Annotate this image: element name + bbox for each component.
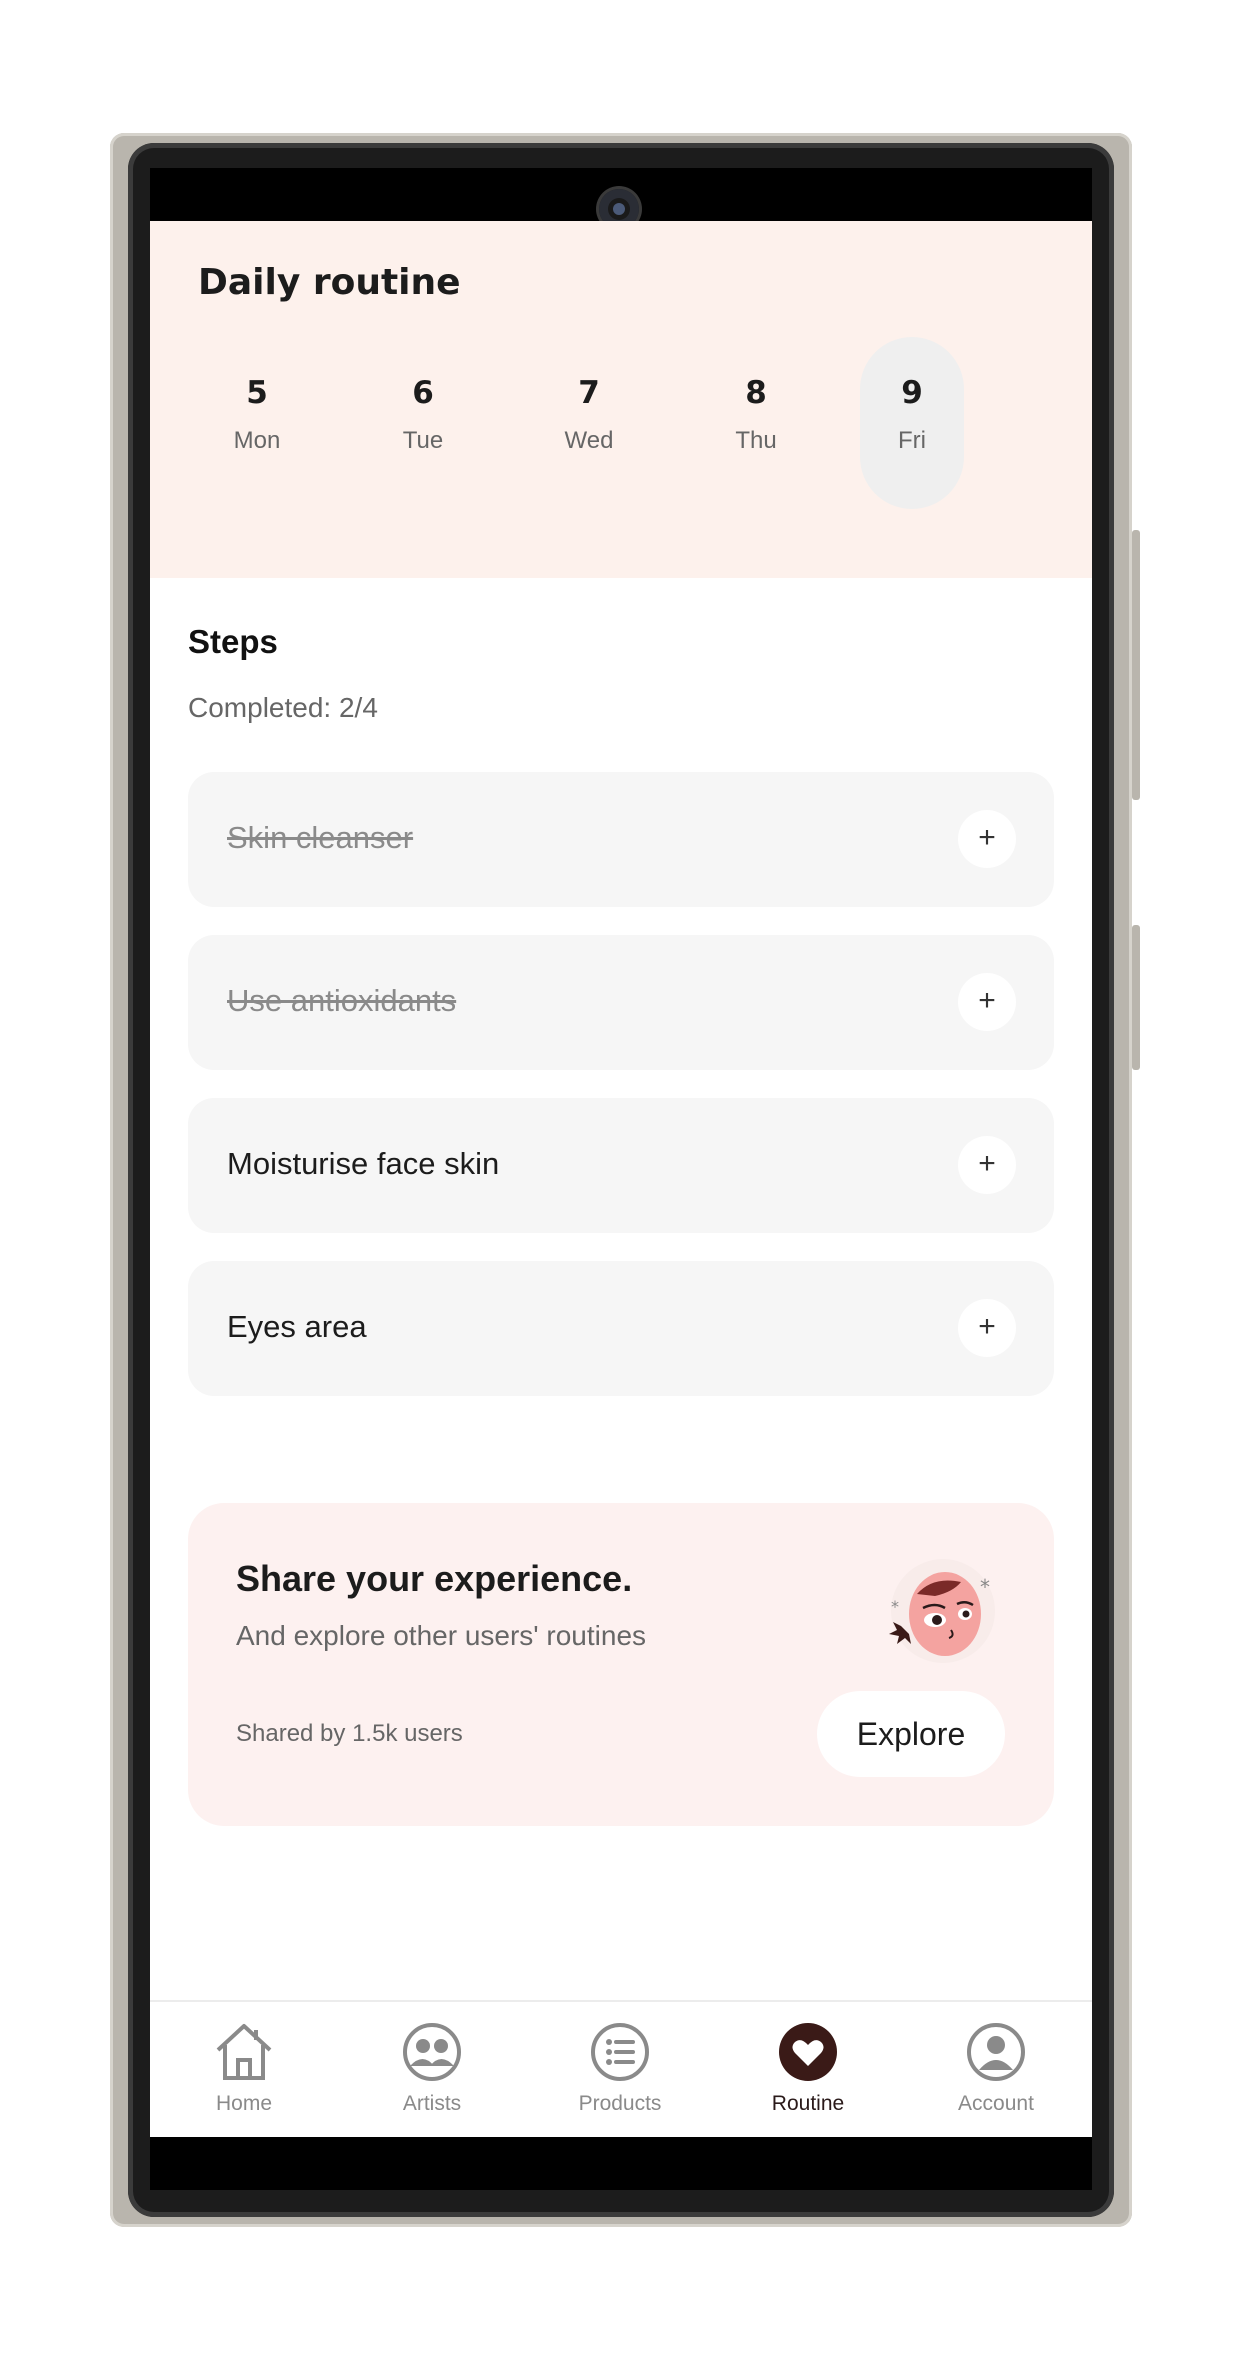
face-illustration-icon: * * xyxy=(889,1559,995,1663)
gesture-bar xyxy=(150,2137,1092,2190)
day-name: Wed xyxy=(564,427,614,454)
phone-side-button xyxy=(1132,530,1140,800)
nav-item-home[interactable]: Home xyxy=(150,2002,338,2122)
day-name: Fri xyxy=(898,427,926,454)
user-icon xyxy=(967,2023,1025,2081)
day-name: Mon xyxy=(233,427,281,454)
day-item-thu[interactable]: 8 Thu xyxy=(704,337,808,509)
add-icon[interactable]: + xyxy=(958,1136,1016,1194)
share-title: Share your experience. xyxy=(236,1558,633,1599)
nav-item-account[interactable]: Account xyxy=(902,2002,1090,2122)
step-label: Skin cleanser xyxy=(227,820,414,855)
home-icon xyxy=(216,2024,272,2080)
step-item[interactable]: Moisturise face skin + xyxy=(188,1098,1054,1233)
day-item-fri[interactable]: 9 Fri xyxy=(860,337,964,509)
nav-label: Products xyxy=(578,2092,662,2115)
day-number: 6 xyxy=(412,375,434,411)
share-experience-card: Share your experience. And explore other… xyxy=(188,1503,1054,1826)
svg-text:*: * xyxy=(980,1575,990,1599)
heart-icon xyxy=(779,2023,837,2081)
explore-button[interactable]: Explore xyxy=(817,1691,1005,1777)
steps-title: Steps xyxy=(188,623,278,660)
step-label: Eyes area xyxy=(227,1309,367,1344)
day-item-tue[interactable]: 6 Tue xyxy=(371,337,475,509)
day-item-wed[interactable]: 7 Wed xyxy=(537,337,641,509)
step-item[interactable]: Skin cleanser + xyxy=(188,772,1054,907)
nav-label: Home xyxy=(215,2092,273,2115)
completed-count: Completed: 2/4 xyxy=(188,692,378,723)
share-subtitle: And explore other users' routines xyxy=(236,1620,647,1651)
people-icon xyxy=(403,2023,461,2081)
share-count: Shared by 1.5k users xyxy=(236,1720,463,1747)
add-icon[interactable]: + xyxy=(958,973,1016,1031)
status-bar xyxy=(150,168,1092,229)
add-icon[interactable]: + xyxy=(958,1299,1016,1357)
step-label: Moisturise face skin xyxy=(227,1146,500,1181)
nav-label: Routine xyxy=(771,2092,845,2115)
nav-item-routine[interactable]: Routine xyxy=(714,2002,902,2122)
nav-item-artists[interactable]: Artists xyxy=(338,2002,526,2122)
page-title: Daily routine xyxy=(198,262,461,303)
list-icon xyxy=(591,2023,649,2081)
nav-label: Account xyxy=(958,2092,1034,2115)
nav-label: Artists xyxy=(402,2092,462,2115)
phone-side-button xyxy=(1132,925,1140,1070)
step-label: Use antioxidants xyxy=(227,983,457,1018)
add-icon[interactable]: + xyxy=(958,810,1016,868)
svg-text:*: * xyxy=(891,1597,899,1616)
step-item[interactable]: Use antioxidants + xyxy=(188,935,1054,1070)
step-item[interactable]: Eyes area + xyxy=(188,1261,1054,1396)
day-number: 9 xyxy=(901,375,923,411)
day-name: Thu xyxy=(735,427,777,454)
bottom-navigation: Home Artists Products Routine Account xyxy=(150,2000,1092,2137)
day-name: Tue xyxy=(402,427,444,454)
day-selector: 5 Mon 6 Tue 7 Wed 8 Thu 9 Fri xyxy=(150,337,1092,509)
nav-item-products[interactable]: Products xyxy=(526,2002,714,2122)
day-number: 8 xyxy=(745,375,767,411)
day-item-mon[interactable]: 5 Mon xyxy=(205,337,309,509)
day-number: 5 xyxy=(246,375,268,411)
day-number: 7 xyxy=(578,375,600,411)
screen: Daily routine 5 Mon 6 Tue 7 Wed 8 Thu 9 … xyxy=(150,168,1092,2137)
routine-header: Daily routine 5 Mon 6 Tue 7 Wed 8 Thu 9 … xyxy=(150,221,1092,578)
